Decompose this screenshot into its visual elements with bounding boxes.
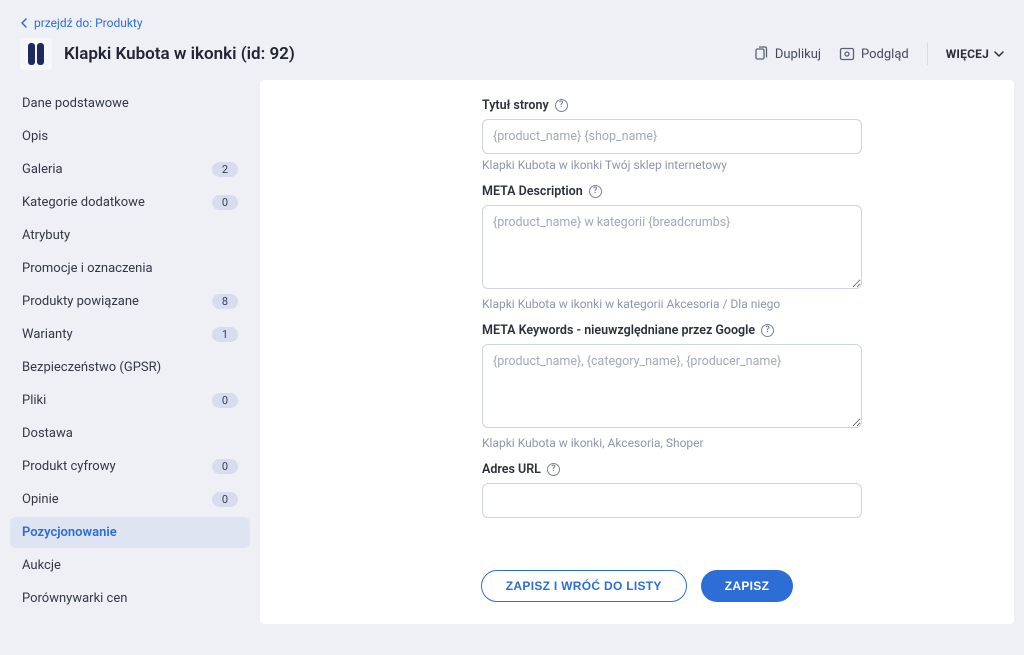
preview-button[interactable]: Podgląd bbox=[839, 46, 909, 62]
sidebar-item-bezpieczenstwo[interactable]: Bezpieczeństwo (GPSR) bbox=[10, 352, 250, 383]
sidebar-item-produkty-powiazane[interactable]: Produkty powiązane 8 bbox=[10, 286, 250, 317]
sidebar-item-label: Opis bbox=[22, 129, 48, 144]
breadcrumb-back-link[interactable]: przejdź do: Produkty bbox=[20, 16, 1004, 30]
sidebar-item-dane-podstawowe[interactable]: Dane podstawowe bbox=[10, 88, 250, 119]
help-icon[interactable]: ? bbox=[555, 99, 568, 112]
sidebar-item-kategorie-dodatkowe[interactable]: Kategorie dodatkowe 0 bbox=[10, 187, 250, 218]
chevron-down-icon bbox=[994, 49, 1004, 59]
more-label: WIĘCEJ bbox=[946, 47, 989, 61]
layout: Dane podstawowe Opis Galeria 2 Kategorie … bbox=[0, 80, 1024, 624]
sidebar-item-pozycjonowanie[interactable]: Pozycjonowanie bbox=[10, 517, 250, 548]
sidebar-item-opinie[interactable]: Opinie 0 bbox=[10, 484, 250, 515]
sidebar-badge: 2 bbox=[212, 162, 238, 177]
sidebar-item-label: Pozycjonowanie bbox=[22, 525, 117, 540]
save-button[interactable]: ZAPISZ bbox=[701, 570, 793, 602]
sidebar-item-porownywarki[interactable]: Porównywarki cen bbox=[10, 583, 250, 614]
sidebar-item-opis[interactable]: Opis bbox=[10, 121, 250, 152]
sidebar-item-label: Warianty bbox=[22, 327, 73, 342]
seo-form: Tytuł strony ? Klapki Kubota w ikonki Tw… bbox=[482, 98, 862, 530]
field-label: META Description ? bbox=[482, 184, 602, 199]
duplicate-label: Duplikuj bbox=[775, 47, 821, 62]
field-label: META Keywords - nieuwzględniane przez Go… bbox=[482, 323, 774, 338]
product-thumbnail bbox=[20, 38, 52, 70]
field-hint: Klapki Kubota w ikonki w kategorii Akces… bbox=[482, 297, 862, 311]
label-text: META Description bbox=[482, 184, 583, 199]
sidebar-item-aukcje[interactable]: Aukcje bbox=[10, 550, 250, 581]
field-label: Tytuł strony ? bbox=[482, 98, 568, 113]
sidebar-item-produkt-cyfrowy[interactable]: Produkt cyfrowy 0 bbox=[10, 451, 250, 482]
help-icon[interactable]: ? bbox=[589, 185, 602, 198]
sidebar-badge: 8 bbox=[212, 294, 238, 309]
label-text: META Keywords - nieuwzględniane przez Go… bbox=[482, 323, 755, 338]
save-and-back-button[interactable]: ZAPISZ I WRÓĆ DO LISTY bbox=[481, 570, 687, 602]
titlebar: Klapki Kubota w ikonki (id: 92) Duplikuj… bbox=[20, 38, 1004, 70]
page-title-input[interactable] bbox=[482, 119, 862, 154]
meta-description-textarea[interactable] bbox=[482, 205, 862, 289]
flip-flops-icon bbox=[27, 43, 45, 65]
top-actions: Duplikuj Podgląd WIĘCEJ bbox=[753, 43, 1004, 65]
help-icon[interactable]: ? bbox=[761, 324, 774, 337]
sidebar-badge: 0 bbox=[212, 492, 238, 507]
sidebar-item-label: Dostawa bbox=[22, 426, 73, 441]
main-panel: Tytuł strony ? Klapki Kubota w ikonki Tw… bbox=[260, 80, 1014, 624]
sidebar-item-label: Produkt cyfrowy bbox=[22, 459, 116, 474]
field-page-title: Tytuł strony ? Klapki Kubota w ikonki Tw… bbox=[482, 98, 862, 172]
sidebar-item-label: Galeria bbox=[22, 162, 63, 177]
sidebar: Dane podstawowe Opis Galeria 2 Kategorie … bbox=[10, 80, 250, 624]
field-hint: Klapki Kubota w ikonki Twój sklep intern… bbox=[482, 158, 862, 172]
sidebar-item-label: Dane podstawowe bbox=[22, 96, 129, 111]
label-text: Adres URL bbox=[482, 462, 541, 477]
topbar: przejdź do: Produkty Klapki Kubota w iko… bbox=[0, 0, 1024, 80]
field-url: Adres URL ? bbox=[482, 462, 862, 518]
sidebar-item-warianty[interactable]: Warianty 1 bbox=[10, 319, 250, 350]
field-label: Adres URL ? bbox=[482, 462, 560, 477]
sidebar-item-galeria[interactable]: Galeria 2 bbox=[10, 154, 250, 185]
eye-box-icon bbox=[839, 46, 855, 62]
separator bbox=[927, 43, 928, 65]
chevron-left-icon bbox=[20, 18, 30, 28]
sidebar-item-label: Kategorie dodatkowe bbox=[22, 195, 145, 210]
sidebar-badge: 0 bbox=[212, 393, 238, 408]
field-hint: Klapki Kubota w ikonki, Akcesoria, Shope… bbox=[482, 436, 862, 450]
sidebar-item-label: Porównywarki cen bbox=[22, 591, 127, 606]
meta-keywords-textarea[interactable] bbox=[482, 344, 862, 428]
breadcrumb-label: przejdź do: Produkty bbox=[34, 16, 143, 30]
sidebar-badge: 0 bbox=[212, 459, 238, 474]
sidebar-item-promocje[interactable]: Promocje i oznaczenia bbox=[10, 253, 250, 284]
sidebar-item-atrybuty[interactable]: Atrybuty bbox=[10, 220, 250, 251]
sidebar-item-pliki[interactable]: Pliki 0 bbox=[10, 385, 250, 416]
field-meta-description: META Description ? Klapki Kubota w ikonk… bbox=[482, 184, 862, 311]
sidebar-item-label: Promocje i oznaczenia bbox=[22, 261, 153, 276]
page-title: Klapki Kubota w ikonki (id: 92) bbox=[64, 44, 741, 64]
sidebar-item-label: Pliki bbox=[22, 393, 46, 408]
duplicate-button[interactable]: Duplikuj bbox=[753, 46, 821, 62]
copy-icon bbox=[753, 46, 769, 62]
footer-actions: ZAPISZ I WRÓĆ DO LISTY ZAPISZ bbox=[282, 546, 992, 602]
sidebar-badge: 1 bbox=[212, 327, 238, 342]
label-text: Tytuł strony bbox=[482, 98, 549, 113]
sidebar-item-label: Atrybuty bbox=[22, 228, 70, 243]
sidebar-badge: 0 bbox=[212, 195, 238, 210]
url-input[interactable] bbox=[482, 483, 862, 518]
sidebar-item-label: Aukcje bbox=[22, 558, 61, 573]
help-icon[interactable]: ? bbox=[547, 463, 560, 476]
sidebar-item-label: Produkty powiązane bbox=[22, 294, 139, 309]
more-button[interactable]: WIĘCEJ bbox=[946, 47, 1004, 61]
sidebar-item-label: Opinie bbox=[22, 492, 59, 507]
sidebar-item-label: Bezpieczeństwo (GPSR) bbox=[22, 360, 161, 375]
preview-label: Podgląd bbox=[861, 47, 909, 62]
sidebar-item-dostawa[interactable]: Dostawa bbox=[10, 418, 250, 449]
field-meta-keywords: META Keywords - nieuwzględniane przez Go… bbox=[482, 323, 862, 450]
